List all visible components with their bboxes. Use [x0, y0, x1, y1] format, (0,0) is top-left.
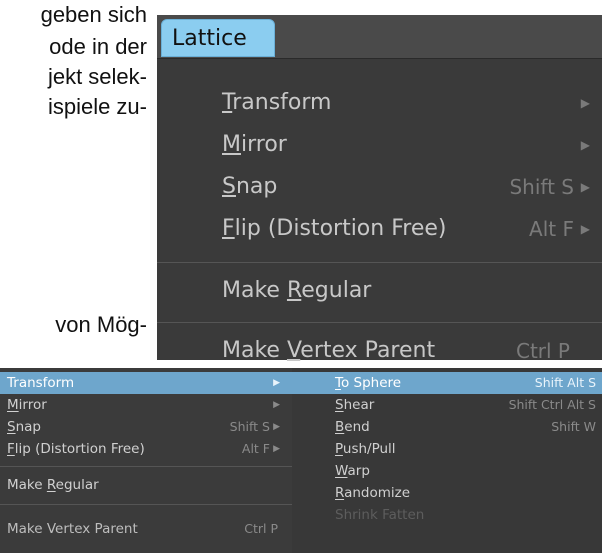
item-shortcut: Alt F [529, 217, 574, 241]
menu-item-transform[interactable]: Transform ▶ [0, 372, 292, 394]
item-label: hear [343, 397, 375, 413]
item-shortcut: Alt F [241, 441, 270, 456]
menu-item-mirror[interactable]: Mirror ▶ [0, 394, 292, 416]
submenu-item-to-sphere[interactable]: To Sphere Shift Alt S [292, 372, 602, 394]
lattice-menu-small: Transform ▶ Mirror ▶ Snap Shift S ▶ Flip… [0, 368, 293, 553]
lattice-menu-large: Lattice Transform ▶ Mirror ▶ Snap Shift … [157, 15, 602, 363]
item-label: irror [18, 397, 47, 413]
item-label-mnemonic: R [46, 477, 56, 493]
menu-separator [157, 322, 602, 323]
item-shortcut: Shift Alt S [534, 375, 596, 390]
document-text-line: jekt selek- [47, 64, 147, 89]
item-label: Make [7, 477, 47, 493]
menu-item-snap[interactable]: Snap Shift S ▶ [0, 416, 292, 438]
item-label-mnemonic: S [222, 174, 236, 199]
menu-separator [0, 466, 292, 467]
item-label: arp [347, 463, 370, 479]
submenu-item-warp[interactable]: Warp [292, 460, 602, 482]
document-text-line: ode in der [49, 34, 147, 59]
submenu-arrow-icon: ▶ [273, 444, 280, 454]
menu-item-transform[interactable]: Transform ▶ [222, 86, 592, 120]
item-label: lip (Distortion Free) [234, 216, 447, 241]
item-shortcut: Shift S [509, 175, 574, 199]
item-label: lip (Distortion Free) [14, 441, 145, 457]
menu-tab-lattice[interactable]: Lattice [161, 19, 275, 57]
item-label-mnemonic: S [335, 397, 344, 413]
item-label: Make Vertex Parent [7, 521, 138, 537]
item-label-mnemonic: V [286, 338, 301, 363]
submenu-item-shear[interactable]: Shear Shift Ctrl Alt S [292, 394, 602, 416]
item-label: irror [240, 132, 287, 157]
menu-item-flip[interactable]: Flip (Distortion Free) Alt F ▶ [0, 438, 292, 460]
item-label: ransform [232, 90, 332, 115]
item-shortcut: Shift W [551, 419, 596, 434]
item-label-mnemonic: T [222, 90, 233, 115]
menu-separator [0, 504, 292, 505]
menu-item-flip[interactable]: Flip (Distortion Free) Alt F ▶ [222, 212, 592, 246]
submenu-arrow-icon: ▶ [273, 378, 280, 388]
menu-item-make-vertex-parent[interactable]: Make Vertex Parent Ctrl P [0, 518, 292, 540]
item-label: nap [235, 174, 278, 199]
submenu-arrow-icon: ▶ [580, 180, 590, 194]
item-shortcut: Shift Ctrl Alt S [508, 397, 596, 412]
item-label: ertex Parent [300, 338, 436, 363]
menu-item-make-regular[interactable]: Make Regular [222, 274, 592, 308]
item-label-mnemonic: R [335, 485, 345, 501]
submenu-item-randomize[interactable]: Randomize [292, 482, 602, 504]
item-label: nap [15, 419, 41, 435]
item-label: Transform [7, 375, 75, 391]
submenu-arrow-icon: ▶ [580, 96, 590, 110]
item-label-mnemonic: M [7, 397, 19, 413]
item-shortcut: Shift S [229, 419, 270, 434]
item-label: egular [301, 278, 372, 303]
item-label: end [344, 419, 370, 435]
document-text-line: von Mög- [55, 312, 147, 337]
submenu-arrow-icon: ▶ [273, 400, 280, 410]
menu-item-mirror[interactable]: Mirror ▶ [222, 128, 592, 162]
menu-item-make-regular[interactable]: Make Regular [0, 474, 292, 496]
submenu-arrow-icon: ▶ [580, 222, 590, 236]
item-label-mnemonic: R [286, 278, 302, 303]
item-label-mnemonic: F [222, 216, 235, 241]
menu-header: Lattice [157, 15, 602, 59]
submenu-arrow-icon: ▶ [580, 138, 590, 152]
submenu-item-push-pull[interactable]: Push/Pull [292, 438, 602, 460]
item-label-mnemonic: B [335, 419, 345, 435]
item-label-mnemonic: M [222, 132, 241, 157]
item-label: ush/Pull [342, 441, 396, 457]
menu-separator [157, 262, 602, 263]
submenu-arrow-icon: ▶ [273, 422, 280, 432]
item-label-mnemonic: F [7, 441, 15, 457]
item-label: Make [222, 278, 287, 303]
item-label: egular [55, 477, 99, 493]
item-label: Make [222, 338, 287, 363]
item-label: Shrink Fatten [335, 507, 425, 523]
item-shortcut: Ctrl P [515, 339, 570, 363]
document-text-line: geben sich [40, 2, 147, 27]
menu-item-make-vertex-parent[interactable]: Make Vertex Parent Ctrl P [222, 334, 592, 368]
submenu-item-shrink-fatten: Shrink Fatten [292, 504, 602, 526]
item-label: o Sphere [340, 375, 402, 391]
document-text-line: ispiele zu- [47, 94, 147, 119]
item-label-mnemonic: P [335, 441, 343, 457]
transform-submenu: To Sphere Shift Alt S Shear Shift Ctrl A… [292, 368, 602, 553]
item-label-mnemonic: S [7, 419, 16, 435]
item-shortcut: Ctrl P [244, 521, 278, 536]
item-label-mnemonic: W [335, 463, 348, 479]
item-label: andomize [344, 485, 411, 501]
submenu-item-bend[interactable]: Bend Shift W [292, 416, 602, 438]
menu-item-snap[interactable]: Snap Shift S ▶ [222, 170, 592, 204]
